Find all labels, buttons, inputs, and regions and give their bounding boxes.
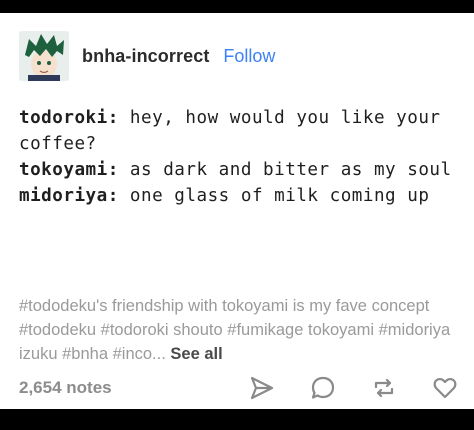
see-all-tags-button[interactable]: See all	[170, 345, 222, 363]
share-icon[interactable]	[248, 374, 276, 402]
follow-button[interactable]: Follow	[223, 46, 275, 67]
speaker-name: todoroki:	[19, 108, 119, 128]
tag-link[interactable]: #todoroki shouto	[101, 321, 223, 339]
post-body: todoroki: hey, how would you like your c…	[19, 105, 459, 209]
dialogue-text: one glass of milk coming up	[118, 186, 430, 206]
speaker-name: midoriya:	[19, 186, 119, 206]
dialogue-line: tokoyami: as dark and bitter as my soul	[19, 157, 459, 183]
avatar[interactable]	[19, 31, 69, 81]
dialogue-line: midoriya: one glass of milk coming up	[19, 183, 459, 209]
reply-icon[interactable]	[309, 374, 337, 402]
tag-link[interactable]: #tododeku	[19, 321, 96, 339]
tag-link[interactable]: #inco...	[113, 345, 166, 363]
tag-link[interactable]: #fumikage tokoyami	[227, 321, 374, 339]
tag-link[interactable]: #bnha	[62, 345, 108, 363]
speaker-name: tokoyami:	[19, 160, 119, 180]
post-card: bnha-incorrect Follow todoroki: hey, how…	[0, 13, 474, 409]
post-footer: 2,654 notes	[19, 368, 459, 408]
tag-list: #tododeku's friendship with tokoyami is …	[19, 294, 459, 366]
dialogue-line: todoroki: hey, how would you like your c…	[19, 105, 459, 157]
notes-count[interactable]: 2,654 notes	[19, 378, 112, 398]
post-actions	[215, 374, 459, 402]
like-icon[interactable]	[431, 374, 459, 402]
dialogue-text: as dark and bitter as my soul	[118, 160, 452, 180]
anime-avatar-icon	[19, 31, 69, 81]
tag-link[interactable]: #tododeku's friendship with tokoyami is …	[19, 297, 429, 315]
blog-name-link[interactable]: bnha-incorrect	[82, 46, 209, 67]
reblog-icon[interactable]	[370, 374, 398, 402]
post-header: bnha-incorrect Follow	[19, 31, 275, 81]
